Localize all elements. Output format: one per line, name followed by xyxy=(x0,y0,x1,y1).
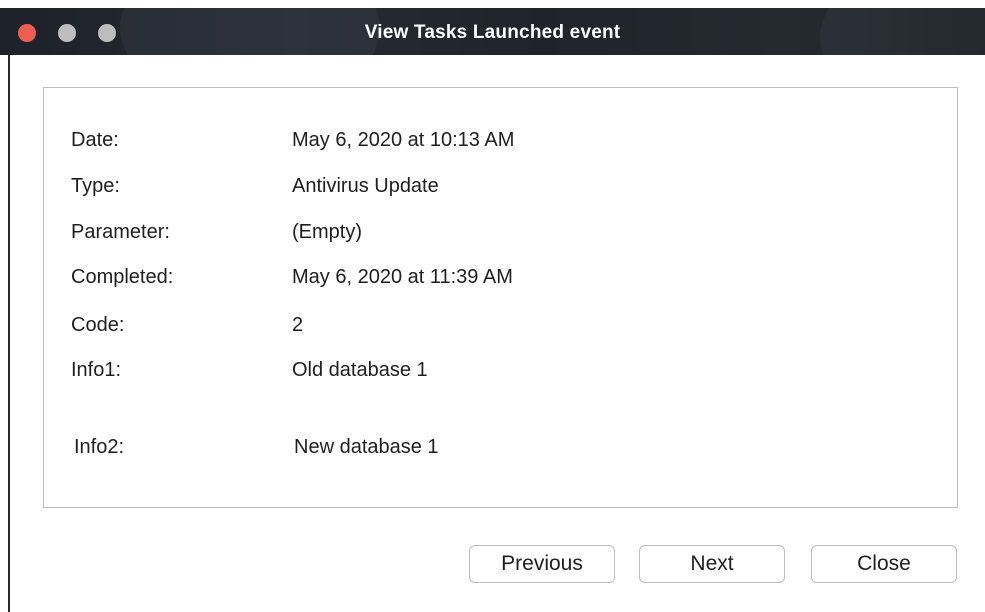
detail-row-type: Type: Antivirus Update xyxy=(44,175,957,203)
detail-row-info1: Info1: Old database 1 xyxy=(44,359,957,387)
window-title: View Tasks Launched event xyxy=(364,22,621,43)
detail-row-code: Code: 2 xyxy=(44,314,957,342)
detail-value: Antivirus Update xyxy=(292,175,439,197)
detail-label: Info2: xyxy=(74,436,125,458)
close-button[interactable]: Close xyxy=(811,545,957,583)
detail-value: (Empty) xyxy=(292,221,362,243)
detail-row-completed: Completed: May 6, 2020 at 11:39 AM xyxy=(44,266,957,294)
detail-row-date: Date: May 6, 2020 at 10:13 AM xyxy=(44,129,957,157)
detail-value: 2 xyxy=(292,314,304,336)
detail-label: Code: xyxy=(71,314,125,336)
detail-value: May 6, 2020 at 11:39 AM xyxy=(292,266,513,288)
detail-label: Parameter: xyxy=(71,221,170,243)
detail-label: Completed: xyxy=(71,266,174,288)
detail-value: New database 1 xyxy=(294,436,439,458)
detail-label: Info1: xyxy=(71,359,122,381)
next-button[interactable]: Next xyxy=(639,545,785,583)
detail-label: Date: xyxy=(71,129,119,151)
previous-button[interactable]: Previous xyxy=(469,545,615,583)
detail-row-parameter: Parameter: (Empty) xyxy=(44,221,957,249)
detail-value: Old database 1 xyxy=(292,359,428,381)
event-details-panel: Date: May 6, 2020 at 10:13 AM Type: Anti… xyxy=(43,87,958,508)
detail-label: Type: xyxy=(71,175,120,197)
title-bar[interactable]: View Tasks Launched event xyxy=(0,8,985,55)
detail-value: May 6, 2020 at 10:13 AM xyxy=(292,129,515,151)
detail-row-info2: Info2: New database 1 xyxy=(44,436,957,464)
